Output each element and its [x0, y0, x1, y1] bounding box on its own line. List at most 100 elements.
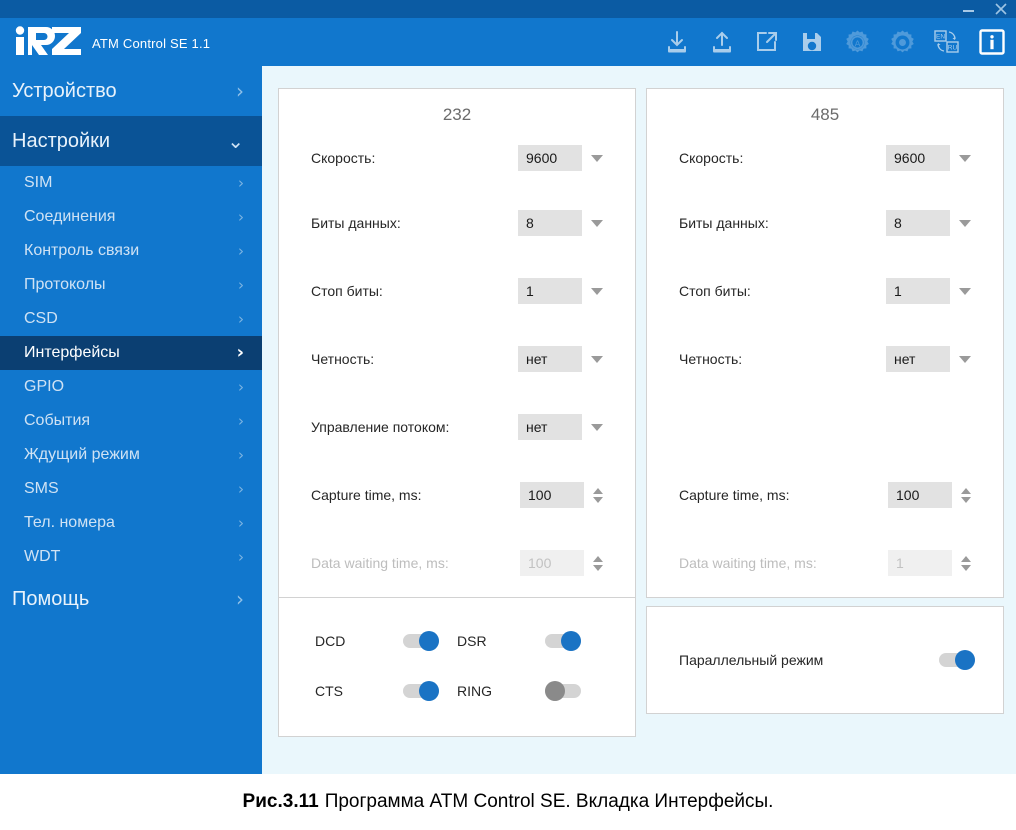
toggle-knob — [419, 631, 439, 651]
open-external-icon[interactable] — [753, 28, 781, 56]
upload-icon[interactable] — [708, 28, 736, 56]
field-232-databits: Биты данных: 8 — [311, 189, 603, 257]
dropdown-232-parity[interactable]: нет — [518, 346, 603, 372]
field-485-parity: Четность: нет — [679, 325, 971, 393]
chevron-right-icon: › — [238, 241, 244, 260]
sidebar-item-gpio[interactable]: GPIO › — [0, 370, 262, 404]
toggle-cts[interactable]: CTS — [315, 666, 457, 716]
chevron-down-icon[interactable] — [593, 496, 603, 503]
spinner-232-capture-time[interactable]: 100 — [520, 482, 603, 508]
dropdown-485-parity[interactable]: нет — [886, 346, 971, 372]
field-label: Четность: — [679, 351, 743, 367]
toggle-switch[interactable] — [403, 631, 439, 651]
sidebar-item-label: Интерфейсы — [24, 344, 120, 361]
chevron-down-icon[interactable] — [961, 496, 971, 503]
toggle-dsr[interactable]: DSR — [457, 616, 599, 666]
sidebar-item-label: Протоколы — [24, 276, 106, 293]
sidebar-item-phone-numbers[interactable]: Тел. номера › — [0, 506, 262, 540]
spinner-value: 100 — [520, 550, 584, 576]
spinner-arrows[interactable] — [593, 487, 603, 503]
dropdown-232-baudrate[interactable]: 9600 — [518, 145, 603, 171]
chevron-right-icon: › — [236, 587, 244, 611]
sidebar-item-sms[interactable]: SMS › — [0, 472, 262, 506]
chevron-down-icon — [959, 154, 971, 162]
sidebar-item-connections[interactable]: Соединения › — [0, 200, 262, 234]
toggle-label: DSR — [457, 633, 487, 649]
download-icon[interactable] — [663, 28, 691, 56]
field-label: Data waiting time, ms: — [679, 555, 817, 571]
dropdown-value: 9600 — [886, 145, 950, 171]
sidebar-item-protocols[interactable]: Протоколы › — [0, 268, 262, 302]
sidebar-item-wdt[interactable]: WDT › — [0, 540, 262, 574]
dropdown-232-databits[interactable]: 8 — [518, 210, 603, 236]
minimize-button[interactable] — [960, 0, 978, 18]
sidebar-item-label: Контроль связи — [24, 242, 140, 259]
spinner-value[interactable]: 100 — [520, 482, 584, 508]
chevron-right-icon: › — [238, 513, 244, 532]
column-232: 232 Скорость: 9600 Биты данных: 8 Стоп б… — [278, 88, 636, 737]
chevron-down-icon — [959, 287, 971, 295]
chevron-down-icon — [593, 564, 603, 571]
field-232-data-waiting-time: Data waiting time, ms: 100 — [311, 529, 603, 597]
sidebar-group-help-label: Помощь — [12, 587, 90, 610]
chevron-down-icon — [591, 355, 603, 363]
dropdown-485-stopbits[interactable]: 1 — [886, 278, 971, 304]
toolbar: A EN RU — [663, 18, 1006, 66]
dropdown-value: нет — [518, 414, 582, 440]
chevron-up-icon[interactable] — [961, 487, 971, 494]
toggle-switch[interactable] — [403, 681, 439, 701]
figure-caption-text: Программа ATM Control SE. Вкладка Интерф… — [324, 791, 774, 812]
sidebar-item-csd[interactable]: CSD › — [0, 302, 262, 336]
field-232-stopbits: Стоп биты: 1 — [311, 257, 603, 325]
app-title: ATM Control SE 1.1 — [92, 36, 211, 51]
info-icon[interactable] — [978, 28, 1006, 56]
close-button[interactable] — [992, 0, 1010, 18]
sidebar-item-link-control[interactable]: Контроль связи › — [0, 234, 262, 268]
toggle-switch[interactable] — [545, 681, 581, 701]
sidebar-item-label: GPIO — [24, 378, 65, 395]
sidebar-item-label: Ждущий режим — [24, 446, 140, 463]
spinner-485-capture-time[interactable]: 100 — [888, 482, 971, 508]
field-label: Биты данных: — [311, 215, 401, 231]
language-toggle-icon[interactable]: EN RU — [933, 28, 961, 56]
toggle-knob — [955, 650, 975, 670]
svg-text:EN: EN — [936, 34, 945, 41]
sidebar-group-settings[interactable]: Настройки ⌄ — [0, 116, 262, 166]
spinner-arrows[interactable] — [961, 487, 971, 503]
toggle-dcd[interactable]: DCD — [315, 616, 457, 666]
chevron-down-icon — [591, 219, 603, 227]
chevron-right-icon: › — [238, 309, 244, 328]
panel-232-title: 232 — [442, 105, 472, 124]
dropdown-485-baudrate[interactable]: 9600 — [886, 145, 971, 171]
settings-gear-icon[interactable] — [888, 28, 916, 56]
svg-text:A: A — [854, 38, 860, 48]
toggle-parallel-mode[interactable] — [939, 650, 975, 670]
dropdown-232-flow-control[interactable]: нет — [518, 414, 603, 440]
dropdown-232-stopbits[interactable]: 1 — [518, 278, 603, 304]
chevron-up-icon[interactable] — [593, 487, 603, 494]
sidebar-group-help[interactable]: Помощь › — [0, 574, 262, 624]
sidebar-item-events[interactable]: События › — [0, 404, 262, 438]
toggle-knob — [561, 631, 581, 651]
save-icon[interactable] — [798, 28, 826, 56]
sidebar-item-label: WDT — [24, 548, 61, 565]
sidebar-group-device[interactable]: Устройство › — [0, 66, 262, 116]
window-controls — [960, 0, 1010, 18]
toggle-switch[interactable] — [545, 631, 581, 651]
dropdown-value: 1 — [886, 278, 950, 304]
sidebar-item-label: Тел. номера — [24, 514, 115, 531]
sidebar-item-sim[interactable]: SIM › — [0, 166, 262, 200]
field-label: Стоп биты: — [311, 283, 383, 299]
dropdown-485-databits[interactable]: 8 — [886, 210, 971, 236]
spinner-value[interactable]: 100 — [888, 482, 952, 508]
toggle-ring[interactable]: RING — [457, 666, 599, 716]
sidebar-group-settings-label: Настройки — [12, 129, 111, 152]
toggle-label: DCD — [315, 633, 346, 649]
sidebar-item-standby-mode[interactable]: Ждущий режим › — [0, 438, 262, 472]
dropdown-value: 8 — [886, 210, 950, 236]
sidebar-item-interfaces[interactable]: Интерфейсы › — [0, 336, 262, 370]
chevron-down-icon — [591, 423, 603, 431]
spinner-arrows — [593, 555, 603, 571]
auto-settings-gear-icon[interactable]: A — [843, 28, 871, 56]
svg-text:RU: RU — [948, 45, 958, 52]
